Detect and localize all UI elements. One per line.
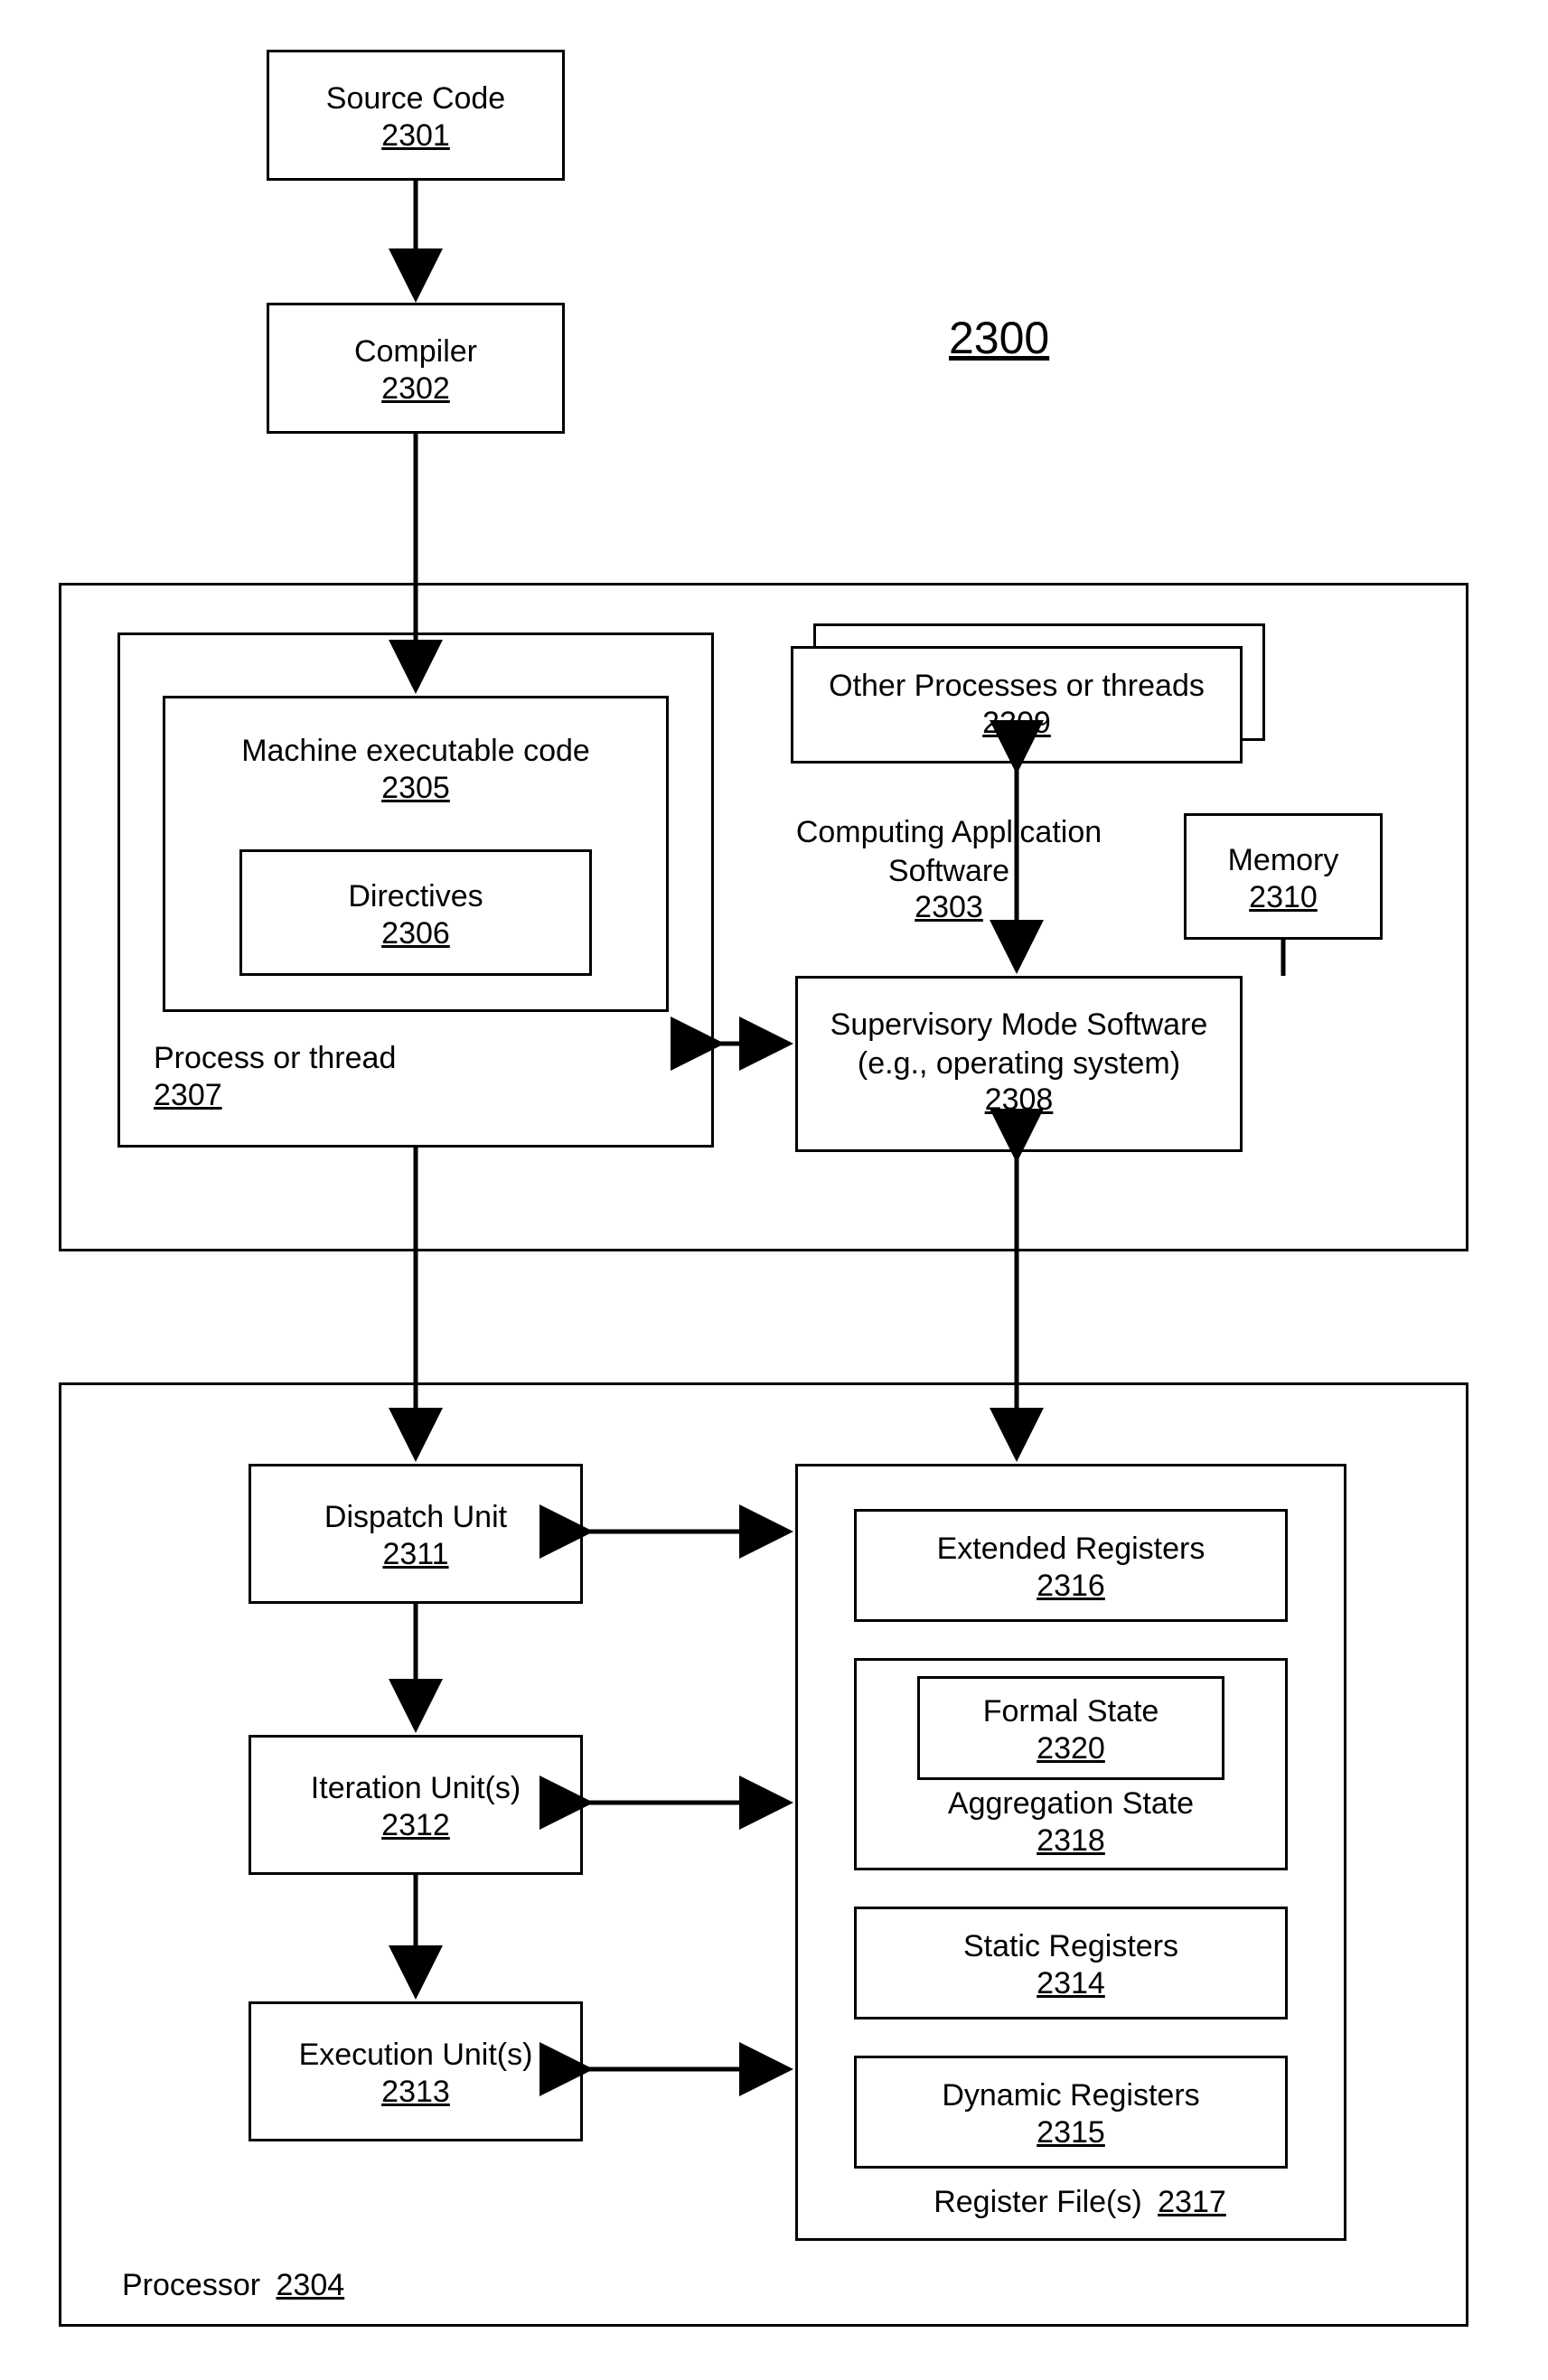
- diagram-stage: 2300 Source Code 2301 Compiler 2302 Proc…: [0, 0, 1548, 2380]
- connectors: [0, 0, 1548, 2380]
